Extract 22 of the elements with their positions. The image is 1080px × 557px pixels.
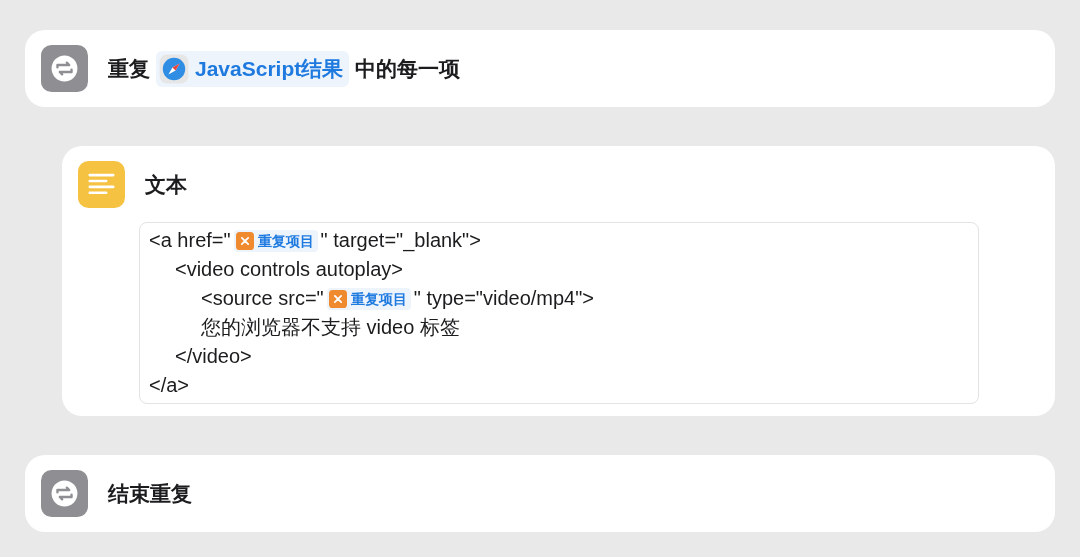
code-text: <source src="	[201, 286, 324, 311]
compass-icon	[158, 52, 190, 85]
repeat-icon	[41, 45, 88, 92]
code-text: " type="video/mp4">	[413, 286, 594, 311]
action-title: 重复	[108, 55, 150, 82]
variable-icon	[328, 289, 347, 308]
action-title: 文本	[145, 171, 187, 198]
code-line: </video>	[174, 344, 253, 369]
variable-token[interactable]: 重复项目	[233, 229, 318, 252]
variable-token[interactable]: JavaScript结果	[156, 50, 350, 87]
variable-icon	[235, 231, 254, 250]
code-text: <a href="	[149, 228, 231, 253]
action-title: 中的每一项	[355, 55, 461, 82]
lines-icon	[78, 161, 125, 208]
text-field[interactable]: <a href=" 重复项目 " target="_blank"> <video controls autoplay> <source src=" 重复项目 " type="video/mp4"> 您的浏览器不支持 video 标签 </video> </a>	[139, 222, 979, 404]
code-line: 您的浏览器不支持 video 标签	[200, 315, 461, 340]
variable-token[interactable]: 重复项目	[326, 287, 411, 310]
code-line: </a>	[149, 373, 191, 398]
code-line: <video controls autoplay>	[174, 257, 404, 282]
action-title: 结束重复	[108, 480, 192, 507]
repeat-icon	[41, 470, 88, 517]
code-text: " target="_blank">	[320, 228, 481, 254]
